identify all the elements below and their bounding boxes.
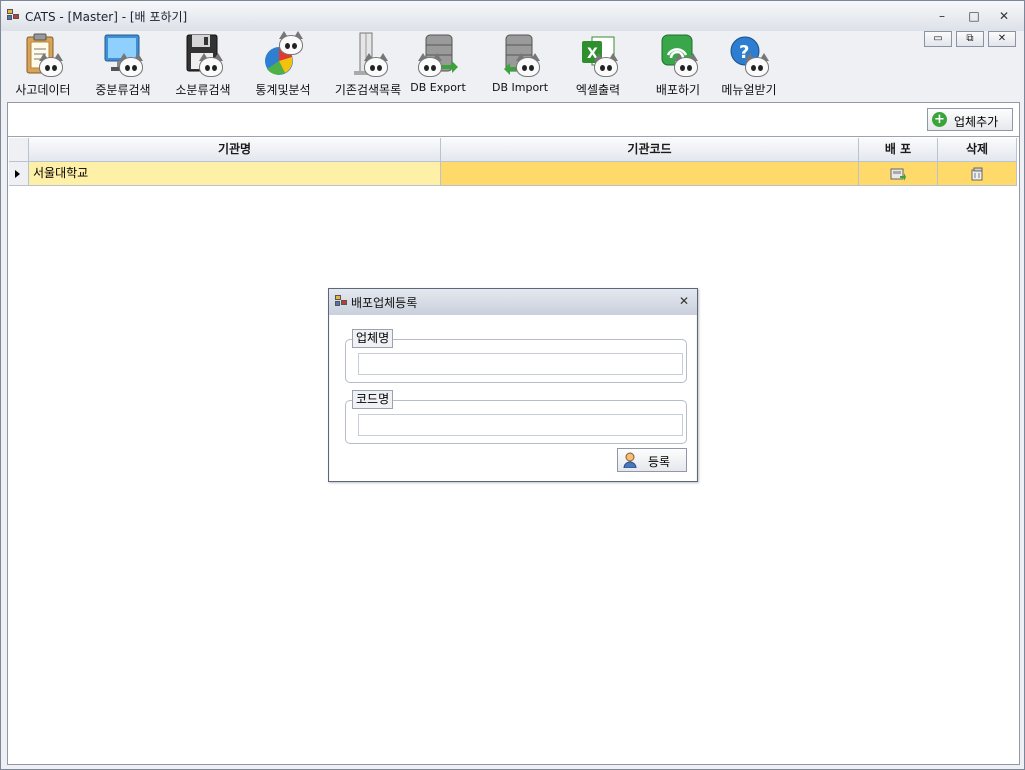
document-list-cat-icon [346, 31, 390, 79]
excel-cat-icon: X [576, 31, 620, 79]
toolbar-label: 중분류검색 [95, 83, 151, 97]
cell-deploy[interactable] [859, 162, 938, 186]
window-title: CATS - [Master] - [배 포하기] [25, 10, 188, 24]
company-name-group: 업체명 [345, 329, 687, 383]
cell-org-name[interactable]: 서울대학교 [29, 162, 441, 186]
minimize-button[interactable]: – [931, 7, 953, 25]
column-header-delete[interactable]: 삭제 [938, 138, 1017, 162]
wifi-cat-icon [656, 31, 700, 79]
deploy-company-register-dialog: 배포업체등록 ✕ 업체명 코드명 등록 [328, 288, 698, 482]
current-row-arrow-icon [15, 170, 20, 178]
app-icon [7, 9, 21, 21]
help-cat-icon: ? [727, 31, 771, 79]
toolbar-manual-download-button[interactable]: ? 메뉴얼받기 [717, 31, 781, 101]
cell-delete[interactable] [938, 162, 1017, 186]
row-header-corner [9, 138, 29, 162]
close-button[interactable]: ✕ [993, 7, 1015, 25]
register-label: 등록 [648, 455, 671, 469]
code-name-label: 코드명 [352, 390, 394, 409]
company-name-label: 업체명 [352, 329, 394, 348]
dialog-title-bar: 배포업체등록 ✕ [329, 289, 697, 315]
maximize-button[interactable]: □ [963, 7, 985, 25]
monitor-cat-icon [101, 31, 145, 79]
company-name-input[interactable] [358, 353, 683, 375]
column-header-org-name[interactable]: 기관명 [29, 138, 441, 162]
plus-icon: + [932, 112, 947, 127]
toolbar-sub-category-search-button[interactable]: 소분류검색 [169, 31, 237, 101]
table-row[interactable]: 서울대학교 [9, 162, 1017, 186]
toolbar-label: 통계및분석 [255, 83, 311, 97]
action-bar: + 업체추가 [8, 103, 1019, 137]
column-header-deploy[interactable]: 배 포 [859, 138, 938, 162]
toolbar-label: 소분류검색 [175, 83, 231, 97]
toolbar-statistics-analysis-button[interactable]: 통계및분석 [249, 31, 317, 101]
toolbar-label: 사고데이터 [15, 83, 71, 97]
column-header-org-code[interactable]: 기관코드 [441, 138, 859, 162]
clipboard-cat-icon [21, 31, 65, 79]
toolbar-excel-export-button[interactable]: X 엑셀출력 [567, 31, 629, 101]
floppy-cat-icon [181, 31, 225, 79]
toolbar-label: 기존검색목록 [334, 83, 402, 97]
grid-header-row: 기관명 기관코드 배 포 삭제 [9, 138, 1017, 162]
toolbar-label: 엑셀출력 [575, 83, 621, 97]
toolbar-accident-data-button[interactable]: 사고데이터 [9, 31, 77, 101]
toolbar-label: DB Import [491, 81, 549, 94]
dialog-close-button[interactable]: ✕ [679, 294, 689, 308]
app-icon [335, 295, 349, 307]
db-import-cat-icon [498, 31, 542, 79]
main-toolbar: 사고데이터 중분류검색 소분류검색 통계및분석 기존검색목록 DB Export… [1, 31, 1024, 101]
code-name-group: 코드명 [345, 390, 687, 444]
toolbar-mid-category-search-button[interactable]: 중분류검색 [89, 31, 157, 101]
toolbar-label: 메뉴얼받기 [721, 83, 777, 97]
db-export-cat-icon [416, 31, 460, 79]
dialog-body: 업체명 코드명 등록 [330, 315, 696, 481]
toolbar-label: DB Export [410, 81, 466, 94]
dialog-title: 배포업체등록 [351, 296, 418, 310]
main-window: CATS - [Master] - [배 포하기] – □ ✕ ▭ ⧉ ✕ 사고… [0, 0, 1025, 770]
title-bar: CATS - [Master] - [배 포하기] – □ ✕ [1, 1, 1024, 31]
deploy-icon[interactable] [890, 166, 906, 181]
delete-icon[interactable] [969, 166, 985, 181]
cell-org-code[interactable] [441, 162, 859, 186]
code-name-input[interactable] [358, 414, 683, 436]
user-icon [622, 452, 638, 469]
add-company-button[interactable]: + 업체추가 [927, 108, 1013, 131]
add-company-label: 업체추가 [954, 115, 999, 129]
pie-chart-cat-icon [261, 31, 305, 79]
toolbar-label: 배포하기 [655, 83, 701, 97]
toolbar-deploy-button[interactable]: 배포하기 [647, 31, 709, 101]
toolbar-previous-search-list-button[interactable]: 기존검색목록 [329, 31, 407, 101]
toolbar-db-import-button[interactable]: DB Import [489, 31, 551, 101]
toolbar-db-export-button[interactable]: DB Export [409, 31, 467, 101]
row-selector[interactable] [9, 162, 29, 186]
register-button[interactable]: 등록 [617, 448, 687, 472]
